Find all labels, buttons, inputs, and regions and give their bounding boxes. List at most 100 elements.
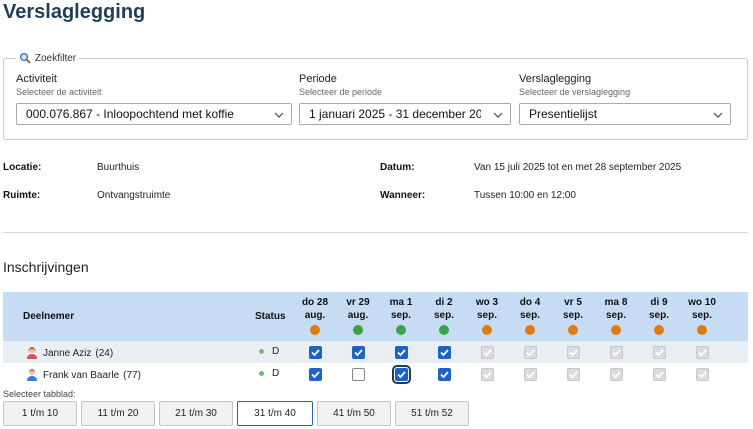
when-label: Wanneer: — [380, 190, 426, 201]
status-column-header: Status — [255, 311, 286, 322]
report-sublabel: Selecteer de verslaglegging — [519, 87, 631, 97]
session-status-dot — [697, 325, 707, 335]
date-column-header: wo 10 sep. — [681, 296, 723, 335]
person-avatar-icon — [25, 345, 39, 362]
attendance-checkbox[interactable] — [392, 365, 411, 384]
tab-button[interactable]: 21 t/m 30 — [159, 401, 233, 426]
attendance-checkbox — [653, 346, 666, 359]
attendance-checkbox[interactable] — [352, 346, 365, 359]
session-status-dot — [439, 325, 449, 335]
attendance-checkbox[interactable] — [395, 346, 408, 359]
tab-button[interactable]: 11 t/m 20 — [81, 401, 155, 426]
date-month-label: sep. — [433, 310, 454, 321]
chevron-down-icon — [493, 109, 503, 123]
status-cell: D — [259, 346, 279, 357]
tab-button[interactable]: 41 t/m 50 — [317, 401, 391, 426]
session-status-dot — [654, 325, 664, 335]
date-day-label: do 28 — [301, 297, 329, 308]
participant-name: Janne Aziz — [43, 348, 92, 359]
period-sublabel: Selecteer de periode — [299, 87, 383, 97]
date-month-label: sep. — [390, 310, 411, 321]
attendance-checkbox — [610, 368, 623, 381]
date-day-label: wo 3 — [475, 297, 499, 308]
date-column-header: ma 8 sep. — [595, 296, 637, 335]
status-cell: D — [259, 368, 279, 379]
session-status-dot — [353, 325, 363, 335]
attendance-checkbox[interactable] — [309, 346, 322, 359]
date-column-header: vr 5 sep. — [552, 296, 594, 335]
filter-legend: Zoekfilter — [16, 52, 80, 64]
attendance-checkbox[interactable] — [438, 368, 451, 381]
status-label: D — [272, 368, 280, 379]
date-month-label: aug. — [347, 310, 369, 321]
tab-button[interactable]: 31 t/m 40 — [237, 401, 313, 426]
session-status-dot — [611, 325, 621, 335]
report-select-value: Presentielijst — [529, 107, 598, 121]
activity-label: Activiteit — [16, 73, 57, 85]
attendance-checkbox[interactable] — [352, 368, 365, 381]
person-avatar-icon — [25, 367, 39, 384]
session-status-dot — [482, 325, 492, 335]
period-select-value: 1 januari 2025 - 31 december 2025 — [309, 107, 481, 121]
date-column-header: di 9 sep. — [638, 296, 680, 335]
attendance-checkbox — [567, 346, 580, 359]
date-day-label: vr 29 — [346, 297, 370, 308]
tab-select-label: Selecteer tabblad: — [3, 389, 76, 399]
participant-cell: Janne Aziz (24) — [25, 345, 113, 362]
participant-age: (24) — [95, 348, 114, 359]
attendance-checkbox — [567, 368, 580, 381]
attendance-checkbox — [481, 346, 494, 359]
date-day-label: di 2 — [435, 297, 453, 308]
divider — [3, 232, 748, 233]
date-day-label: ma 1 — [389, 297, 413, 308]
activity-sublabel: Selecteer de activiteit — [16, 87, 102, 97]
page-title: Verslaglegging — [3, 1, 146, 23]
session-status-dot — [310, 325, 320, 335]
date-month-label: aug. — [304, 310, 326, 321]
attendance-checkbox — [524, 368, 537, 381]
status-dot-icon — [259, 371, 264, 376]
tab-button[interactable]: 1 t/m 10 — [3, 401, 77, 426]
activity-select-value: 000.076.867 - Inloopochtend met koffie — [26, 107, 234, 121]
participant-column-header: Deelnemer — [23, 311, 75, 322]
report-select[interactable]: Presentielijst — [519, 103, 731, 125]
date-value: Van 15 juli 2025 tot en met 28 september… — [474, 162, 682, 173]
date-month-label: sep. — [519, 310, 540, 321]
search-filter-panel: Zoekfilter Activiteit Selecteer de activ… — [3, 52, 748, 140]
session-status-dot — [396, 325, 406, 335]
date-day-label: di 9 — [650, 297, 668, 308]
attendance-table: Deelnemer Status do 28 aug. vr 29 aug. ma 1 s… — [3, 292, 748, 385]
tab-bar: 1 t/m 10 11 t/m 20 21 t/m 30 31 t/m 40 41 t/… — [3, 401, 469, 426]
magnifier-icon — [19, 52, 31, 64]
date-column-header: ma 1 sep. — [380, 296, 422, 335]
report-label: Verslaglegging — [519, 73, 592, 85]
attendance-checkbox[interactable] — [438, 346, 451, 359]
date-label: Datum: — [380, 162, 415, 173]
report-field: Verslaglegging Selecteer de verslagleggi… — [519, 73, 731, 125]
date-column-header: do 28 aug. — [294, 296, 336, 335]
attendance-checkbox[interactable] — [309, 368, 322, 381]
attendance-checkbox — [610, 346, 623, 359]
date-month-label: sep. — [648, 310, 669, 321]
location-value: Buurthuis — [97, 162, 140, 173]
attendance-checkbox — [481, 368, 494, 381]
date-day-label: vr 5 — [564, 297, 582, 308]
tab-button[interactable]: 51 t/m 52 — [395, 401, 469, 426]
participant-name: Frank van Baarle — [43, 370, 120, 381]
filter-legend-label: Zoekfilter — [35, 52, 77, 64]
date-column-header: wo 3 sep. — [466, 296, 508, 335]
date-day-label: ma 8 — [604, 297, 628, 308]
date-month-label: sep. — [691, 310, 712, 321]
room-label: Ruimte: — [3, 190, 41, 201]
date-column-header: do 4 sep. — [509, 296, 551, 335]
participant-cell: Frank van Baarle (77) — [25, 367, 141, 384]
activity-field: Activiteit Selecteer de activiteit 000.0… — [16, 73, 292, 125]
date-month-label: sep. — [476, 310, 497, 321]
activity-select[interactable]: 000.076.867 - Inloopochtend met koffie — [16, 103, 292, 125]
attendance-checkbox — [696, 346, 709, 359]
attendance-checkbox — [524, 346, 537, 359]
table-row: Janne Aziz (24) D — [3, 341, 748, 363]
attendance-checkbox — [696, 368, 709, 381]
status-dot-icon — [259, 349, 264, 354]
period-select[interactable]: 1 januari 2025 - 31 december 2025 — [299, 103, 511, 125]
